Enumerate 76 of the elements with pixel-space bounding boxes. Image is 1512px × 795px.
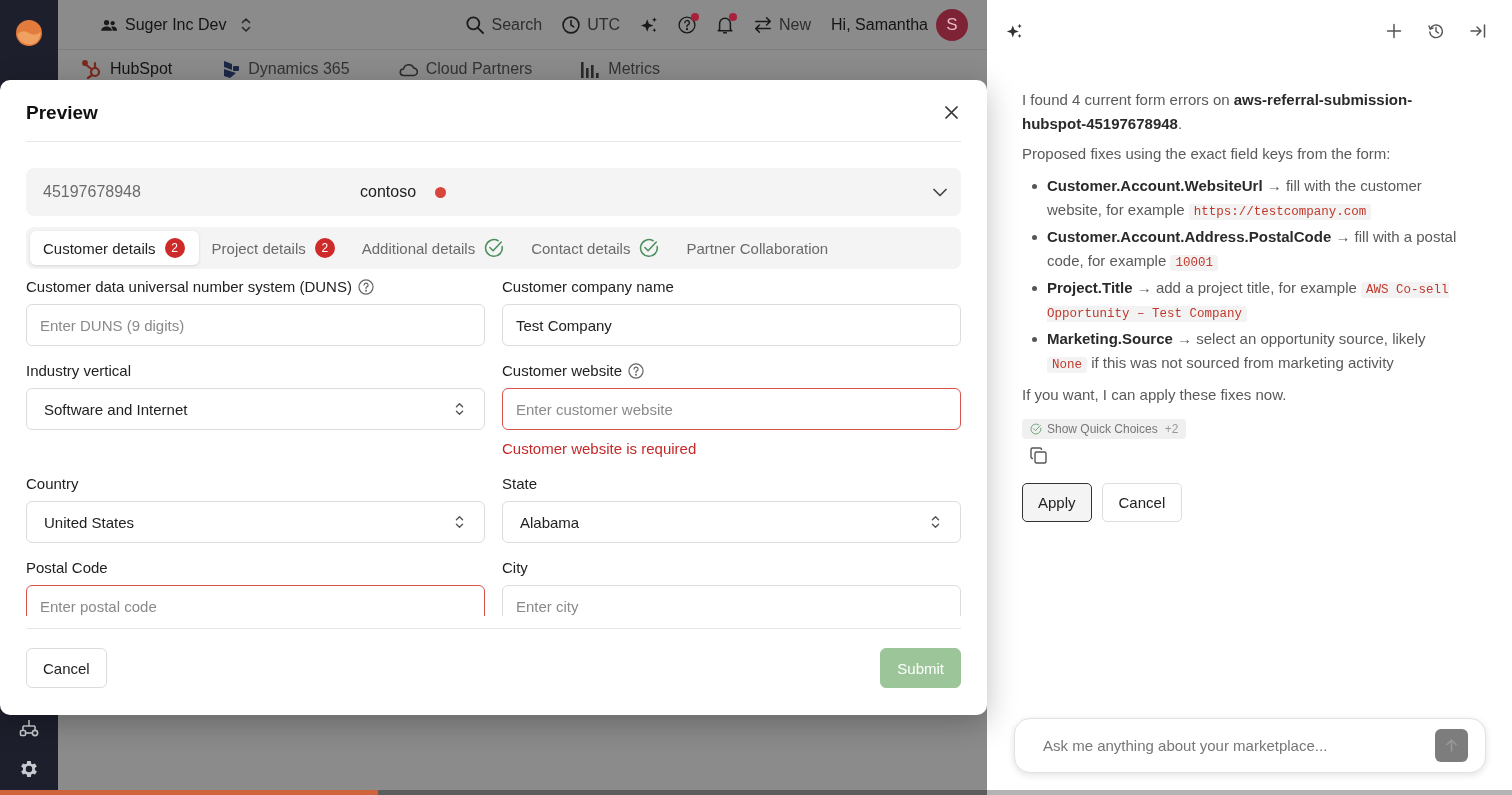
updown-chevron-icon <box>931 515 940 529</box>
user-avatar[interactable]: S <box>936 8 968 41</box>
nav-tab[interactable]: Dynamics 365 <box>220 59 350 79</box>
field-label: Country <box>26 474 79 494</box>
field-label: Customer website <box>502 361 623 381</box>
select-field[interactable]: Alabama <box>502 501 961 543</box>
chevron-down-icon <box>933 187 947 197</box>
copy-icon[interactable] <box>1030 447 1047 464</box>
chat-input[interactable]: Ask me anything about your marketplace... <box>1014 718 1486 773</box>
sparkle-icon[interactable] <box>640 15 659 34</box>
bullet-icon <box>1032 286 1037 291</box>
logo-icon[interactable] <box>16 20 42 46</box>
settings-icon[interactable] <box>18 758 40 780</box>
step-tab[interactable]: Customer details 2 <box>30 231 199 265</box>
dialog-title: Preview <box>26 101 98 124</box>
new-button[interactable]: New <box>754 15 812 34</box>
bullet-icon <box>1032 235 1037 240</box>
check-circle-icon <box>484 238 505 258</box>
input-field[interactable]: Enter postal code <box>26 585 485 616</box>
field-label: State <box>502 474 538 494</box>
message-text: Proposed fixes using the exact field keys from the form: <box>1022 144 1392 164</box>
step-tab[interactable]: Contact details <box>518 231 674 265</box>
updown-chevron-icon <box>455 402 464 416</box>
nav-tab[interactable]: HubSpot <box>82 59 173 79</box>
error-count-badge: 2 <box>164 238 185 258</box>
message-text: If you want, I can apply these fixes now. <box>1022 385 1288 405</box>
nav-tab[interactable]: Cloud Partners <box>397 59 533 79</box>
step-tab[interactable]: Project details 2 <box>198 231 349 265</box>
plus-icon[interactable] <box>1386 23 1402 39</box>
fix-text: Customer.Account.Address.PostalCode → fill with a postal code, for example 10001 <box>1047 227 1458 273</box>
select-field[interactable]: United States <box>26 501 485 543</box>
sprocket-icon <box>82 59 102 79</box>
check-circle-icon <box>639 238 660 258</box>
error-message: Customer website is required <box>502 439 698 459</box>
input-field[interactable]: Enter customer website <box>502 388 961 430</box>
error-count-badge: 2 <box>314 238 335 258</box>
check-circle-icon <box>1030 423 1042 435</box>
quick-choices-button[interactable]: Show Quick Choices +2 <box>1022 419 1187 439</box>
search-button[interactable]: Search <box>466 15 543 34</box>
help-icon[interactable] <box>678 15 697 34</box>
field-label: Postal Code <box>26 558 108 578</box>
record-selector[interactable]: 45197678948 contoso <box>26 168 961 216</box>
close-icon[interactable] <box>945 106 958 119</box>
workspace-switcher[interactable]: Suger Inc Dev <box>100 15 252 34</box>
swap-arrows-icon <box>754 15 773 34</box>
sparkle-icon <box>1006 23 1023 39</box>
bullet-icon <box>1032 184 1037 189</box>
field-label: City <box>502 558 528 578</box>
history-icon[interactable] <box>1428 23 1444 39</box>
fix-text: Customer.Account.WebsiteUrl → fill with the customer website, for example https://testcompany.com <box>1047 176 1423 222</box>
cancel-button[interactable]: Cancel <box>26 648 107 688</box>
step-tab[interactable]: Additional details <box>348 231 519 265</box>
field-label: Industry vertical <box>26 361 132 381</box>
arrow-up-icon <box>1446 739 1457 752</box>
updown-chevron-icon <box>455 515 464 529</box>
timezone-button[interactable]: UTC <box>562 15 621 34</box>
message-text: I found 4 current form errors on aws-referral-submission-hubspot-45197678948. <box>1022 90 1414 134</box>
fix-text: Marketing.Source → select an opportunity source, likely None if this was not sourced from marketing activity <box>1047 329 1427 375</box>
field-label: Customer company name <box>502 277 674 297</box>
node-tree-icon[interactable] <box>19 719 39 737</box>
search-icon <box>466 15 485 34</box>
nav-tab[interactable]: Metrics <box>580 59 660 79</box>
clock-icon <box>562 15 581 34</box>
arrow-to-bar-icon[interactable] <box>1470 23 1486 39</box>
select-field[interactable]: Software and Internet <box>26 388 485 430</box>
action-button[interactable]: Cancel <box>1101 483 1183 522</box>
step-tab[interactable]: Partner Collaboration <box>673 231 843 265</box>
greeting-text: Hi, Samantha <box>831 15 928 34</box>
bullet-icon <box>1032 337 1037 342</box>
bell-icon[interactable] <box>716 15 735 34</box>
field-label: Customer data universal number system (DUNS) <box>26 277 352 297</box>
action-button[interactable]: Apply <box>1022 483 1092 522</box>
bar-chart-icon <box>580 59 601 79</box>
send-button[interactable] <box>1435 729 1468 762</box>
updown-chevron-icon <box>241 16 252 33</box>
input-field[interactable]: Test Company <box>502 304 961 346</box>
